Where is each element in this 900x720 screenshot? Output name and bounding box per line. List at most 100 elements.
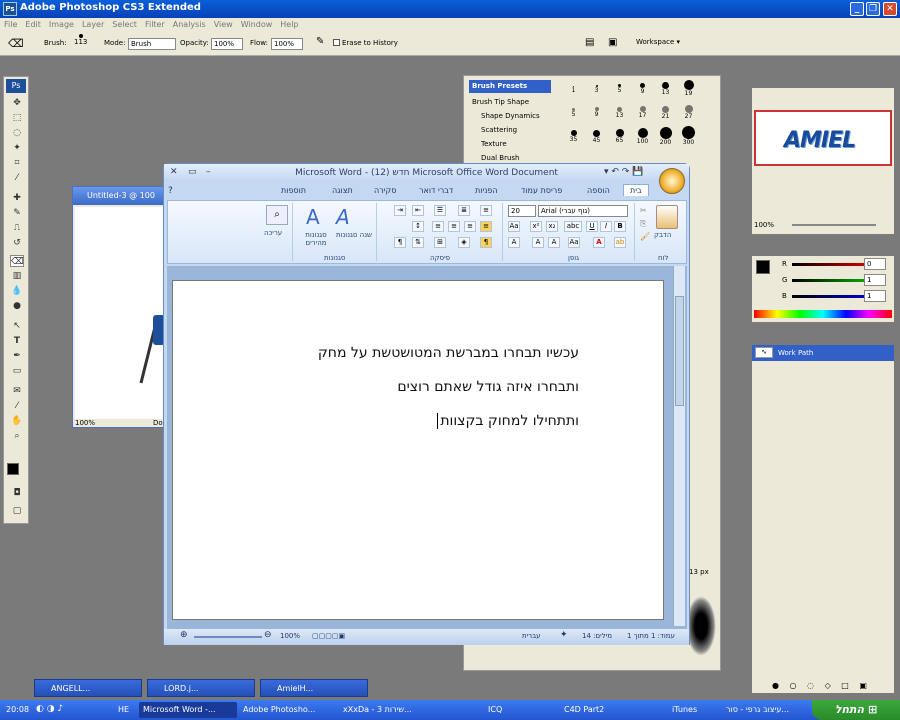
palette-icon[interactable]: ▤ bbox=[585, 37, 594, 48]
navigator-thumbnail[interactable]: AMIEL bbox=[754, 110, 892, 166]
numbering-button[interactable]: ≣ bbox=[458, 205, 470, 216]
close-button[interactable]: ✕ bbox=[883, 2, 897, 16]
tab-review[interactable]: סקירה bbox=[374, 186, 396, 195]
eraser-tool-icon[interactable]: ⌫ bbox=[10, 255, 24, 267]
crop-tool-icon[interactable]: ⌗ bbox=[10, 157, 24, 169]
proofing-icon[interactable]: ✦ bbox=[560, 630, 568, 640]
restore-button[interactable]: ❐ bbox=[866, 2, 880, 16]
font-color-button[interactable]: A bbox=[593, 237, 605, 248]
italic-button[interactable]: I bbox=[600, 221, 612, 232]
brush-thumbnail-grid[interactable]: 1 3 5 9 13 19 5 9 13 17 21 27 35 45 65 1… bbox=[562, 78, 712, 158]
start-button[interactable]: התחל ⊞ bbox=[812, 700, 900, 720]
task-c4d[interactable]: C4D Part2 bbox=[560, 702, 620, 718]
clone-stamp-icon[interactable]: ⎍ bbox=[10, 222, 24, 234]
font-name-select[interactable]: Arial (גוף עברי) bbox=[538, 205, 628, 217]
healing-brush-icon[interactable]: ✚ bbox=[10, 192, 24, 204]
task-itunes[interactable]: iTunes bbox=[668, 702, 718, 718]
blur-tool-icon[interactable]: 💧 bbox=[10, 285, 24, 297]
menu-window[interactable]: Window bbox=[237, 18, 277, 31]
word-window[interactable]: Microsoft Word - חדש (12) Microsoft Offi… bbox=[163, 163, 690, 645]
menu-filter[interactable]: Filter bbox=[141, 18, 169, 31]
lasso-tool-icon[interactable]: ◌ bbox=[10, 127, 24, 139]
menu-file[interactable]: File bbox=[0, 18, 21, 31]
menu-help[interactable]: Help bbox=[276, 18, 302, 31]
editing-label[interactable]: עריכה bbox=[264, 229, 282, 237]
editing-icon[interactable]: ⌕ bbox=[266, 205, 288, 225]
align-right-button[interactable]: ≡ bbox=[480, 221, 492, 232]
shading-button[interactable]: ◈ bbox=[458, 237, 470, 248]
view-buttons[interactable]: ▢▢▢▢▣ bbox=[312, 632, 345, 640]
notes-tool-icon[interactable]: ✉ bbox=[10, 385, 24, 397]
quick-mask-icon[interactable]: ◘ bbox=[10, 487, 24, 499]
bold-button[interactable]: B bbox=[614, 221, 626, 232]
align-left-button[interactable]: ≡ bbox=[448, 221, 460, 232]
scroll-thumb[interactable] bbox=[675, 296, 684, 406]
copy-icon[interactable]: ⎘ bbox=[640, 219, 646, 229]
camera-icon[interactable]: ▣ bbox=[608, 37, 617, 48]
change-styles-icon[interactable]: A bbox=[336, 205, 350, 229]
underline-button[interactable]: U bbox=[586, 221, 598, 232]
word-count[interactable]: מילים: 14 bbox=[582, 632, 612, 640]
shape-dynamics-item[interactable]: Shape Dynamics bbox=[469, 110, 551, 123]
multilevel-list-button[interactable]: ☰ bbox=[434, 205, 446, 216]
clock[interactable]: 20:08 bbox=[6, 705, 29, 714]
menu-layer[interactable]: Layer bbox=[78, 18, 108, 31]
brush-preview[interactable]: 113 bbox=[74, 34, 87, 46]
help-icon[interactable]: ? bbox=[168, 186, 173, 196]
char-border-button[interactable]: A bbox=[508, 237, 520, 248]
task-graphics[interactable]: עיצוב גרפי - סור... bbox=[722, 702, 808, 718]
quick-styles-icon[interactable]: A bbox=[306, 205, 320, 229]
tab-insert[interactable]: הוספה bbox=[587, 186, 610, 195]
photoshop-document-window[interactable]: Untitled-3 @ 100 100% Doc bbox=[72, 186, 173, 428]
task-icq[interactable]: ICQ bbox=[484, 702, 544, 718]
increase-indent-button[interactable]: ⇥ bbox=[394, 205, 406, 216]
mini-window-amiel[interactable]: AmielH... bbox=[260, 679, 368, 697]
brush-tool-icon[interactable]: ✎ bbox=[10, 207, 24, 219]
r-value[interactable]: 0 bbox=[864, 258, 886, 270]
word-close-icon[interactable]: ✕ bbox=[170, 167, 178, 177]
superscript-button[interactable]: x² bbox=[530, 221, 542, 232]
airbrush-icon[interactable]: ✎ bbox=[316, 36, 324, 47]
brush-presets-item[interactable]: Brush Presets bbox=[469, 80, 551, 93]
tab-mailings[interactable]: דברי דואר bbox=[419, 186, 453, 195]
highlight-button[interactable]: ab bbox=[614, 237, 626, 248]
brush-tip-shape-item[interactable]: Brush Tip Shape bbox=[469, 96, 551, 109]
format-painter-icon[interactable]: 🖌 bbox=[640, 232, 650, 241]
menu-select[interactable]: Select bbox=[108, 18, 141, 31]
brush-px-value[interactable]: 13 px bbox=[689, 568, 709, 576]
type-tool-icon[interactable]: T bbox=[10, 335, 24, 347]
subscript-button[interactable]: x₂ bbox=[546, 221, 558, 232]
menu-image[interactable]: Image bbox=[45, 18, 78, 31]
language-bar[interactable]: HE bbox=[118, 705, 129, 714]
grow-font-button[interactable]: A bbox=[532, 237, 544, 248]
paste-label[interactable]: הדבק bbox=[654, 231, 671, 239]
cut-icon[interactable]: ✂ bbox=[640, 206, 647, 215]
zoom-level[interactable]: 100% bbox=[280, 632, 300, 640]
texture-item[interactable]: Texture bbox=[469, 138, 551, 151]
minimize-button[interactable]: _ bbox=[850, 2, 864, 16]
eyedropper-icon[interactable]: ⁄ bbox=[10, 172, 24, 184]
menu-view[interactable]: View bbox=[210, 18, 237, 31]
rtl-button[interactable]: ¶ bbox=[480, 237, 492, 248]
borders-button[interactable]: ⊞ bbox=[434, 237, 446, 248]
mode-select[interactable]: Brush bbox=[128, 38, 176, 50]
gradient-tool-icon[interactable]: ▥ bbox=[10, 270, 24, 282]
strikethrough-button[interactable]: abc bbox=[564, 221, 582, 232]
task-photoshop[interactable]: Adobe Photosho... bbox=[239, 702, 337, 718]
document-page[interactable]: עכשיו תבחרו במברשת המטושטשת על מחק ותבחר… bbox=[172, 280, 664, 620]
flow-field[interactable]: 100% bbox=[271, 38, 303, 50]
workspace-menu[interactable]: Workspace ▾ bbox=[636, 38, 680, 46]
task-word[interactable]: Microsoft Word -... bbox=[139, 702, 237, 718]
zoom-tool-icon[interactable]: ⌕ bbox=[10, 430, 24, 442]
font-size-select[interactable]: 20 bbox=[508, 205, 536, 217]
spectrum-bar[interactable] bbox=[754, 310, 892, 318]
navigator-zoom[interactable]: 100% bbox=[754, 221, 774, 229]
tab-references[interactable]: הפניות bbox=[475, 186, 498, 195]
show-marks-button[interactable]: ¶ bbox=[394, 237, 406, 248]
work-path-row[interactable]: Work Path bbox=[752, 345, 894, 361]
scattering-item[interactable]: Scattering bbox=[469, 124, 551, 137]
document-canvas[interactable] bbox=[75, 207, 171, 419]
word-restore-icon[interactable]: ▭ bbox=[188, 167, 197, 177]
tray-icons[interactable]: ◐ ◑ ♪ bbox=[36, 704, 63, 714]
screen-mode-icon[interactable]: ▢ bbox=[10, 505, 24, 517]
